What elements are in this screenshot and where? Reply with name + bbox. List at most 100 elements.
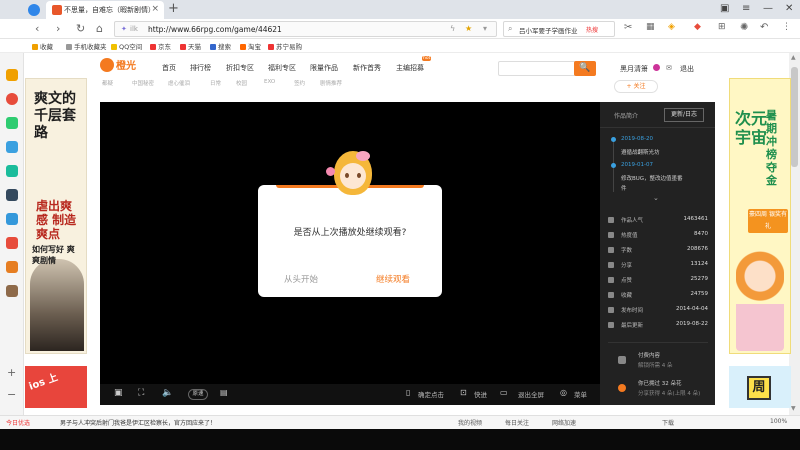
search-text[interactable]: 吕小军要子学画作业 <box>519 25 578 35</box>
tag[interactable]: 中国秘密 <box>132 79 154 87</box>
nav-home[interactable]: 首页 <box>162 63 176 73</box>
settings-icon[interactable]: ✺ <box>740 22 748 33</box>
flower-gift[interactable]: 你已拥过 32 朵花 分享获得 4 朵(上限 4 朵) <box>608 376 708 404</box>
avatar[interactable] <box>653 64 660 71</box>
message-icon[interactable]: ✉ <box>666 64 672 72</box>
restart-button[interactable]: 从头开始 <box>284 273 318 285</box>
nav-discount[interactable]: 折扣专区 <box>226 63 254 73</box>
cloud-icon[interactable] <box>6 141 18 153</box>
browser-search[interactable]: ⌕ 吕小军要子学画作业 热搜 <box>503 21 615 37</box>
speed-toggle[interactable]: 原速 <box>188 389 208 400</box>
browser-logo-icon[interactable] <box>28 4 40 16</box>
news-ticker[interactable]: 男子与人冲突后射门我爸是伊汇区检察长，官方回应来了！ <box>60 418 216 427</box>
continue-button[interactable]: 继续观看 <box>376 273 410 285</box>
bookmark-item[interactable]: 手机收藏夹 <box>66 41 107 51</box>
nav-new[interactable]: 新作首秀 <box>353 63 381 73</box>
menu-hint[interactable]: 菜单 <box>574 389 587 399</box>
scroll-up-icon[interactable]: ▲ <box>791 54 796 61</box>
new-tab-button[interactable]: + <box>168 1 179 16</box>
p-app-icon[interactable] <box>6 165 18 177</box>
bookmark-item[interactable]: 天猫 <box>180 41 201 51</box>
fullscreen-icon[interactable]: ⛶ <box>138 388 144 398</box>
bookmark-item[interactable]: 淘宝 <box>240 41 261 51</box>
tag[interactable]: 虐心催泪 <box>168 79 190 87</box>
status-accelerate[interactable]: 网络加速 <box>552 418 576 427</box>
restore-icon[interactable]: ▣ <box>720 3 729 14</box>
game-icon[interactable]: ◆ <box>694 22 701 32</box>
chevron-down-icon[interactable]: ⌄ <box>653 194 659 202</box>
pay-content[interactable]: 付费内容 解锁所需 4 朵 <box>608 348 708 376</box>
tag[interactable]: 校园 <box>236 79 247 87</box>
right-ad-banner[interactable]: 次元宇宙 暑期冲榜夺金 豪四周 银奖有礼 <box>729 78 791 354</box>
left-ad-banner-2[interactable]: ios 上 <box>25 366 87 408</box>
tag[interactable]: 剧情推荐 <box>320 79 342 87</box>
shield-badge-icon[interactable]: ◈ <box>668 22 675 32</box>
note-icon[interactable] <box>6 189 18 201</box>
status-follow[interactable]: 每日关注 <box>505 418 529 427</box>
grid-apps-icon[interactable]: ⊞ <box>718 22 726 32</box>
close-window-icon[interactable]: ✕ <box>785 3 793 14</box>
site-logo[interactable]: 橙光 <box>100 57 136 72</box>
fast-forward-hint[interactable]: 快进 <box>474 389 487 399</box>
tab-updates[interactable]: 更新/日志 <box>664 108 704 122</box>
back-icon[interactable]: ‹ <box>35 22 39 35</box>
address-bar[interactable]: ✦ ilk http://www.66rpg.com/game/44621 ϟ … <box>114 21 497 37</box>
left-ad-banner[interactable]: 爽文的千层套路 虐出爽感 制造爽点 如何写好 爽爽剧情 <box>25 78 87 354</box>
refresh-icon[interactable]: ↻ <box>76 22 85 35</box>
confirm-hint[interactable]: 确定点击 <box>418 389 444 399</box>
nav-limited[interactable]: 限量作品 <box>310 63 338 73</box>
star-icon[interactable]: ★ <box>465 24 472 33</box>
add-icon[interactable]: + <box>7 366 16 379</box>
username[interactable]: 黑月清箫 <box>620 64 648 74</box>
more-icon[interactable]: ⋮ <box>782 22 791 32</box>
nav-recruit[interactable]: 主编招募 <box>396 63 424 73</box>
app-icon[interactable] <box>6 285 18 297</box>
mail-icon[interactable] <box>6 117 18 129</box>
lightning-icon[interactable]: ϟ <box>450 24 455 33</box>
tag[interactable]: 都疑 <box>102 79 113 87</box>
browser-tab[interactable]: 不思量，自难忘（暇新剧情） × <box>46 1 164 19</box>
tag[interactable]: 签约 <box>294 79 305 87</box>
grid-icon[interactable]: ▦ <box>646 22 655 32</box>
minimize-icon[interactable]: — <box>763 3 773 14</box>
forward-icon[interactable]: › <box>56 22 60 35</box>
screenshot-icon[interactable]: ▣ <box>114 388 123 398</box>
zoom-level[interactable]: 100% <box>770 418 787 425</box>
favorites-icon[interactable] <box>6 69 18 81</box>
scroll-thumb[interactable] <box>791 67 798 167</box>
follow-button[interactable]: + 关注 <box>614 80 658 93</box>
bookmark-item[interactable]: 京东 <box>150 41 171 51</box>
tag[interactable]: EXO <box>264 79 275 85</box>
bookmark-item[interactable]: 搜索 <box>210 41 231 51</box>
save-icon[interactable]: ▤ <box>220 388 228 397</box>
game-player[interactable]: 是否从上次播放处继续观看? 从头开始 继续观看 ▣ ⛶ 🔈 原速 ▤ ▯ 确定点… <box>100 102 600 405</box>
nav-ranking[interactable]: 排行榜 <box>190 63 211 73</box>
volume-icon[interactable]: 🔈 <box>162 388 173 398</box>
minus-icon[interactable]: − <box>7 388 16 401</box>
tag[interactable]: 日常 <box>210 79 221 87</box>
bookmark-item[interactable]: QQ空间 <box>111 41 142 51</box>
daily-pick[interactable]: 今日优选 <box>6 418 30 427</box>
chevron-down-icon[interactable]: ▾ <box>483 24 487 33</box>
undo-icon[interactable]: ↶ <box>760 22 768 33</box>
site-search-button[interactable]: 🔍 <box>574 61 596 76</box>
status-videos[interactable]: 我的视频 <box>458 418 482 427</box>
nav-welfare[interactable]: 福利专区 <box>268 63 296 73</box>
url-text[interactable]: http://www.66rpg.com/game/44621 <box>148 25 282 34</box>
bookmark-favorites[interactable]: 收藏 <box>32 41 53 51</box>
exit-fullscreen-hint[interactable]: 退出全屏 <box>518 389 544 399</box>
scroll-down-icon[interactable]: ▼ <box>791 405 796 412</box>
close-tab-icon[interactable]: × <box>151 4 159 14</box>
status-download[interactable]: 下载 <box>662 418 674 427</box>
video-icon[interactable] <box>6 93 18 105</box>
right-ad-banner-2[interactable]: 周 <box>729 366 791 408</box>
bookmark-item[interactable]: 苏宁易购 <box>268 41 302 51</box>
site-search-input[interactable] <box>498 61 576 76</box>
home-icon[interactable]: ⌂ <box>96 22 103 35</box>
tab-intro[interactable]: 作品简介 <box>614 111 638 120</box>
game-app-icon[interactable] <box>6 261 18 273</box>
menu-icon[interactable]: ≡ <box>742 3 750 14</box>
scissors-icon[interactable]: ✂ <box>624 22 632 33</box>
docs-icon[interactable] <box>6 213 18 225</box>
red-app-icon[interactable] <box>6 237 18 249</box>
